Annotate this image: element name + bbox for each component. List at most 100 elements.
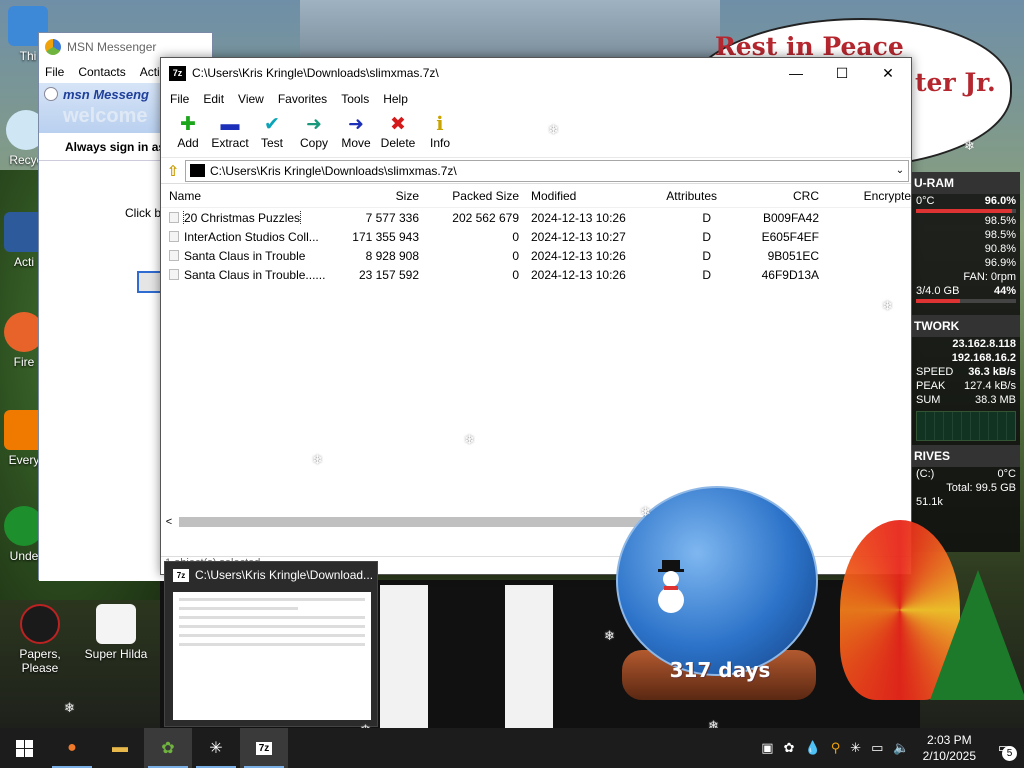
core-value: 96.9% [984, 257, 1016, 269]
table-row[interactable]: Santa Claus in Trouble 8 928 908 0 2024-… [161, 246, 911, 265]
7zip-app-icon: 7z [255, 741, 273, 755]
taskbar-snowflake-app[interactable]: ✳ [192, 728, 240, 768]
file-attributes: D [702, 229, 711, 244]
preview-titlebar: 7z C:\Users\Kris Kringle\Download... [165, 562, 377, 588]
msn-butterfly-icon [45, 39, 61, 55]
drive-total: Total: 99.5 GB [946, 482, 1016, 494]
drive-free: 51.1k [916, 496, 943, 508]
file-crc: 9B051EC [767, 248, 819, 263]
chevron-down-icon[interactable]: ⌄ [892, 165, 908, 176]
drive-temp: 0°C [997, 468, 1016, 480]
window-title: C:\Users\Kris Kringle\Downloads\slimxmas… [192, 66, 439, 80]
menu-favorites[interactable]: Favorites [271, 92, 334, 106]
file-attributes: D [702, 210, 711, 225]
water-drop-icon[interactable]: 💧 [800, 740, 826, 756]
cpu-ram-header: U-RAM [912, 172, 1020, 194]
close-button[interactable]: ✕ [865, 58, 911, 88]
preview-thumbnail[interactable] [173, 592, 371, 720]
7zip-app-icon: 7z [169, 65, 186, 81]
column-modified[interactable]: Modified [519, 189, 631, 203]
menu-tools[interactable]: Tools [334, 92, 376, 106]
taskbar-file-explorer[interactable]: ▬ [96, 728, 144, 768]
extract-button[interactable]: ▬ Extract [209, 110, 251, 150]
tray-app-icon[interactable]: ▣ [756, 740, 778, 756]
msn-menu-contacts[interactable]: Contacts [78, 65, 125, 79]
taskbar-7zip[interactable]: 7z [240, 728, 288, 768]
menu-file[interactable]: File [163, 92, 196, 106]
search-icon[interactable]: ⚲ [826, 740, 846, 756]
file-size: 7 577 336 [365, 210, 419, 225]
peak-row: PEAK 127.4 kB/s [912, 379, 1020, 393]
snowflake-icon: ❄ [882, 298, 893, 313]
path-combobox[interactable]: C:\Users\Kris Kringle\Downloads\slimxmas… [185, 159, 909, 182]
clock-time: 2:03 PM [926, 733, 972, 747]
test-button[interactable]: ✔ Test [251, 110, 293, 150]
minimize-button[interactable]: — [773, 58, 819, 88]
column-encrypted[interactable]: Encrypte [819, 189, 911, 203]
core-row: 90.8% [912, 242, 1020, 256]
network-icon[interactable]: ▭ [866, 740, 888, 756]
file-name: Santa Claus in Trouble...... [184, 267, 326, 282]
snowflake-icon[interactable]: ✳ [845, 740, 866, 756]
menu-edit[interactable]: Edit [196, 92, 231, 106]
column-size[interactable]: Size [336, 189, 419, 203]
snowflake-icon: ❄ [640, 504, 651, 519]
msn-menu-actions[interactable]: Acti [140, 65, 160, 79]
address-bar: ⇧ C:\Users\Kris Kringle\Downloads\slimxm… [161, 158, 911, 184]
column-packed-size[interactable]: Packed Size [419, 189, 519, 203]
archive-icon [190, 164, 205, 177]
network-graph [916, 411, 1016, 441]
taskbar-firefox[interactable]: ● [48, 728, 96, 768]
start-button[interactable] [0, 728, 48, 768]
core-value: 98.5% [984, 229, 1016, 241]
column-attributes[interactable]: Attributes [631, 189, 717, 203]
drives-header: RIVES [912, 445, 1020, 467]
menu-help[interactable]: Help [376, 92, 415, 106]
fan-speed: FAN: 0rpm [963, 271, 1016, 283]
info-button[interactable]: ℹ Info [419, 110, 461, 150]
table-row[interactable]: 20 Christmas Puzzles 7 577 336 202 562 6… [161, 208, 911, 227]
file-list[interactable]: Name Size Packed Size Modified Attribute… [161, 184, 911, 528]
column-name[interactable]: Name [161, 189, 336, 203]
file-name: 20 Christmas Puzzles [182, 210, 302, 225]
clock[interactable]: 2:03 PM 2/10/2025 [915, 732, 984, 764]
7zip-window[interactable]: 7z C:\Users\Kris Kringle\Downloads\slimx… [160, 57, 912, 575]
maximize-button[interactable]: ☐ [819, 58, 865, 88]
system-monitor-widget: U-RAM 0°C 96.0% 98.5% 98.5% 90.8% 96.9% F… [912, 172, 1020, 552]
taskbar-msn[interactable]: ✿ [144, 728, 192, 768]
taskbar-thumbnail-preview[interactable]: 7z C:\Users\Kris Kringle\Download... [164, 561, 378, 727]
desktop-icon-super-hilda[interactable]: Super Hilda [80, 604, 152, 661]
msn-menu-file[interactable]: File [45, 65, 64, 79]
snowflake-icon: ✳ [209, 740, 223, 757]
volume-icon[interactable]: 🔈 [888, 740, 914, 756]
delete-button[interactable]: ✖ Delete [377, 110, 419, 150]
road-stripe [380, 585, 428, 735]
move-label: Move [341, 136, 371, 150]
add-button[interactable]: ✚ Add [167, 110, 209, 150]
titlebar[interactable]: 7z C:\Users\Kris Kringle\Downloads\slimx… [161, 58, 911, 88]
notification-button[interactable]: ▭ 5 [984, 728, 1024, 768]
extract-label: Extract [211, 136, 249, 150]
external-ip: 23.162.8.118 [952, 338, 1016, 350]
7zip-app-icon: 7z [173, 568, 189, 582]
scroll-left-icon[interactable]: < [161, 516, 177, 528]
column-header-row: Name Size Packed Size Modified Attribute… [161, 184, 911, 208]
info-icon: ℹ [436, 114, 444, 135]
folder-up-icon[interactable]: ⇧ [161, 162, 185, 180]
table-row[interactable]: Santa Claus in Trouble...... 23 157 592 … [161, 265, 911, 284]
msn-welcome: welcome [63, 105, 148, 127]
desktop-icon-papers-please[interactable]: Papers, Please [2, 604, 78, 675]
tray-app-icon[interactable]: ✿ [779, 740, 800, 756]
firefox-icon: ● [67, 739, 77, 756]
move-button[interactable]: ➜ Move [335, 110, 377, 150]
sum-value: 38.3 MB [975, 394, 1016, 406]
add-icon: ✚ [180, 114, 196, 135]
menu-view[interactable]: View [231, 92, 271, 106]
column-crc[interactable]: CRC [717, 189, 819, 203]
back-icon[interactable] [44, 87, 58, 101]
table-row[interactable]: InterAction Studios Coll... 171 355 943 … [161, 227, 911, 246]
cpu-temp: 0°C [916, 195, 935, 207]
folder-icon [169, 269, 179, 280]
desktop-icon-label: Unde [9, 549, 39, 563]
copy-button[interactable]: ➜ Copy [293, 110, 335, 150]
